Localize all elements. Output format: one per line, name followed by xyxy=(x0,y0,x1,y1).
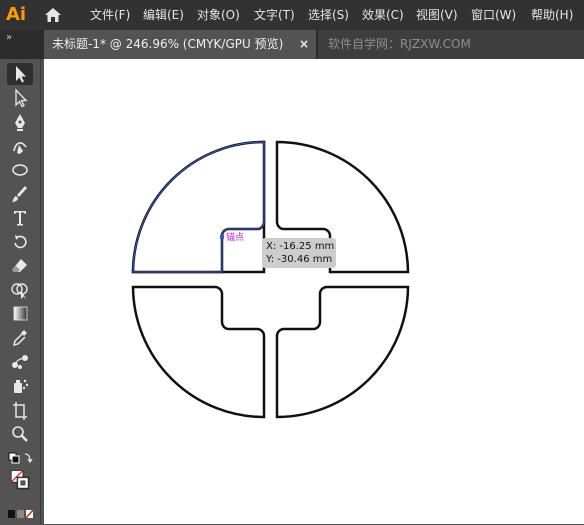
position-readout: X: -16.25 mm Y: -30.46 mm xyxy=(262,238,336,268)
menu-file[interactable]: 文件(F) xyxy=(90,0,130,30)
gradient-tool-icon[interactable] xyxy=(7,303,33,325)
symbol-sprayer-tool-icon[interactable] xyxy=(7,375,33,397)
document-tab-bar: » 未标题-1* @ 246.96% (CMYK/GPU 预览) × 软件自学网… xyxy=(0,30,584,59)
zoom-tool-icon[interactable] xyxy=(7,423,33,445)
menu-window[interactable]: 窗口(W) xyxy=(471,0,516,30)
pen-tool-icon[interactable] xyxy=(7,111,33,133)
menu-edit[interactable]: 编辑(E) xyxy=(143,0,184,30)
direct-selection-tool-icon[interactable] xyxy=(7,87,33,109)
document-tab[interactable]: 未标题-1* @ 246.96% (CMYK/GPU 预览) × xyxy=(44,30,317,59)
ellipse-tool-icon[interactable] xyxy=(7,159,33,181)
eraser-tool-icon[interactable] xyxy=(7,255,33,277)
collapse-toolbar-button[interactable]: » xyxy=(6,32,12,43)
menu-view[interactable]: 视图(V) xyxy=(416,0,458,30)
artboard-tool-icon[interactable] xyxy=(7,399,33,421)
anchor-smart-guide-label: 锚点 xyxy=(226,233,245,243)
menu-type[interactable]: 文字(T) xyxy=(254,0,295,30)
anchor-point xyxy=(220,235,224,239)
artboard-canvas[interactable]: 锚点 X: -16.25 mm Y: -30.46 mm xyxy=(44,59,584,524)
quadrant-bottom-right xyxy=(275,285,410,419)
document-tab-title: 未标题-1* @ 246.96% (CMYK/GPU 预览) xyxy=(52,37,284,51)
menu-object[interactable]: 对象(O) xyxy=(197,0,240,30)
home-icon[interactable] xyxy=(44,7,62,23)
type-tool-icon[interactable] xyxy=(7,207,33,229)
paintbrush-tool-icon[interactable] xyxy=(7,183,33,205)
blend-tool-icon[interactable] xyxy=(7,351,33,373)
fill-stroke-swatch-icon[interactable] xyxy=(7,469,33,499)
shape-builder-tool-icon[interactable] xyxy=(7,279,33,301)
menu-bar: Ai 文件(F) 编辑(E) 对象(O) 文字(T) 选择(S) 效果(C) 视… xyxy=(0,0,584,30)
secondary-tab[interactable]: 软件自学网：RJZXW.COM xyxy=(318,30,584,59)
eyedropper-tool-icon[interactable] xyxy=(7,327,33,349)
readout-y: Y: -30.46 mm xyxy=(266,254,333,265)
color-mode-icon[interactable] xyxy=(7,503,33,519)
menu-help[interactable]: 帮助(H) xyxy=(531,0,573,30)
app-logo: Ai xyxy=(6,4,27,25)
selection-tool-icon[interactable] xyxy=(7,63,33,85)
secondary-tab-title: 软件自学网：RJZXW.COM xyxy=(328,37,471,51)
swap-colors-icon[interactable] xyxy=(7,449,33,467)
artwork[interactable] xyxy=(44,59,584,524)
menu-effect[interactable]: 效果(C) xyxy=(362,0,404,30)
menu-select[interactable]: 选择(S) xyxy=(308,0,349,30)
selected-shape xyxy=(131,140,266,274)
readout-x: X: -16.25 mm xyxy=(266,241,335,252)
close-tab-button[interactable]: × xyxy=(299,30,309,59)
quadrant-bottom-left xyxy=(131,285,266,419)
rotate-tool-icon[interactable] xyxy=(7,231,33,253)
tools-panel xyxy=(0,59,41,524)
curvature-tool-icon[interactable] xyxy=(7,135,33,157)
